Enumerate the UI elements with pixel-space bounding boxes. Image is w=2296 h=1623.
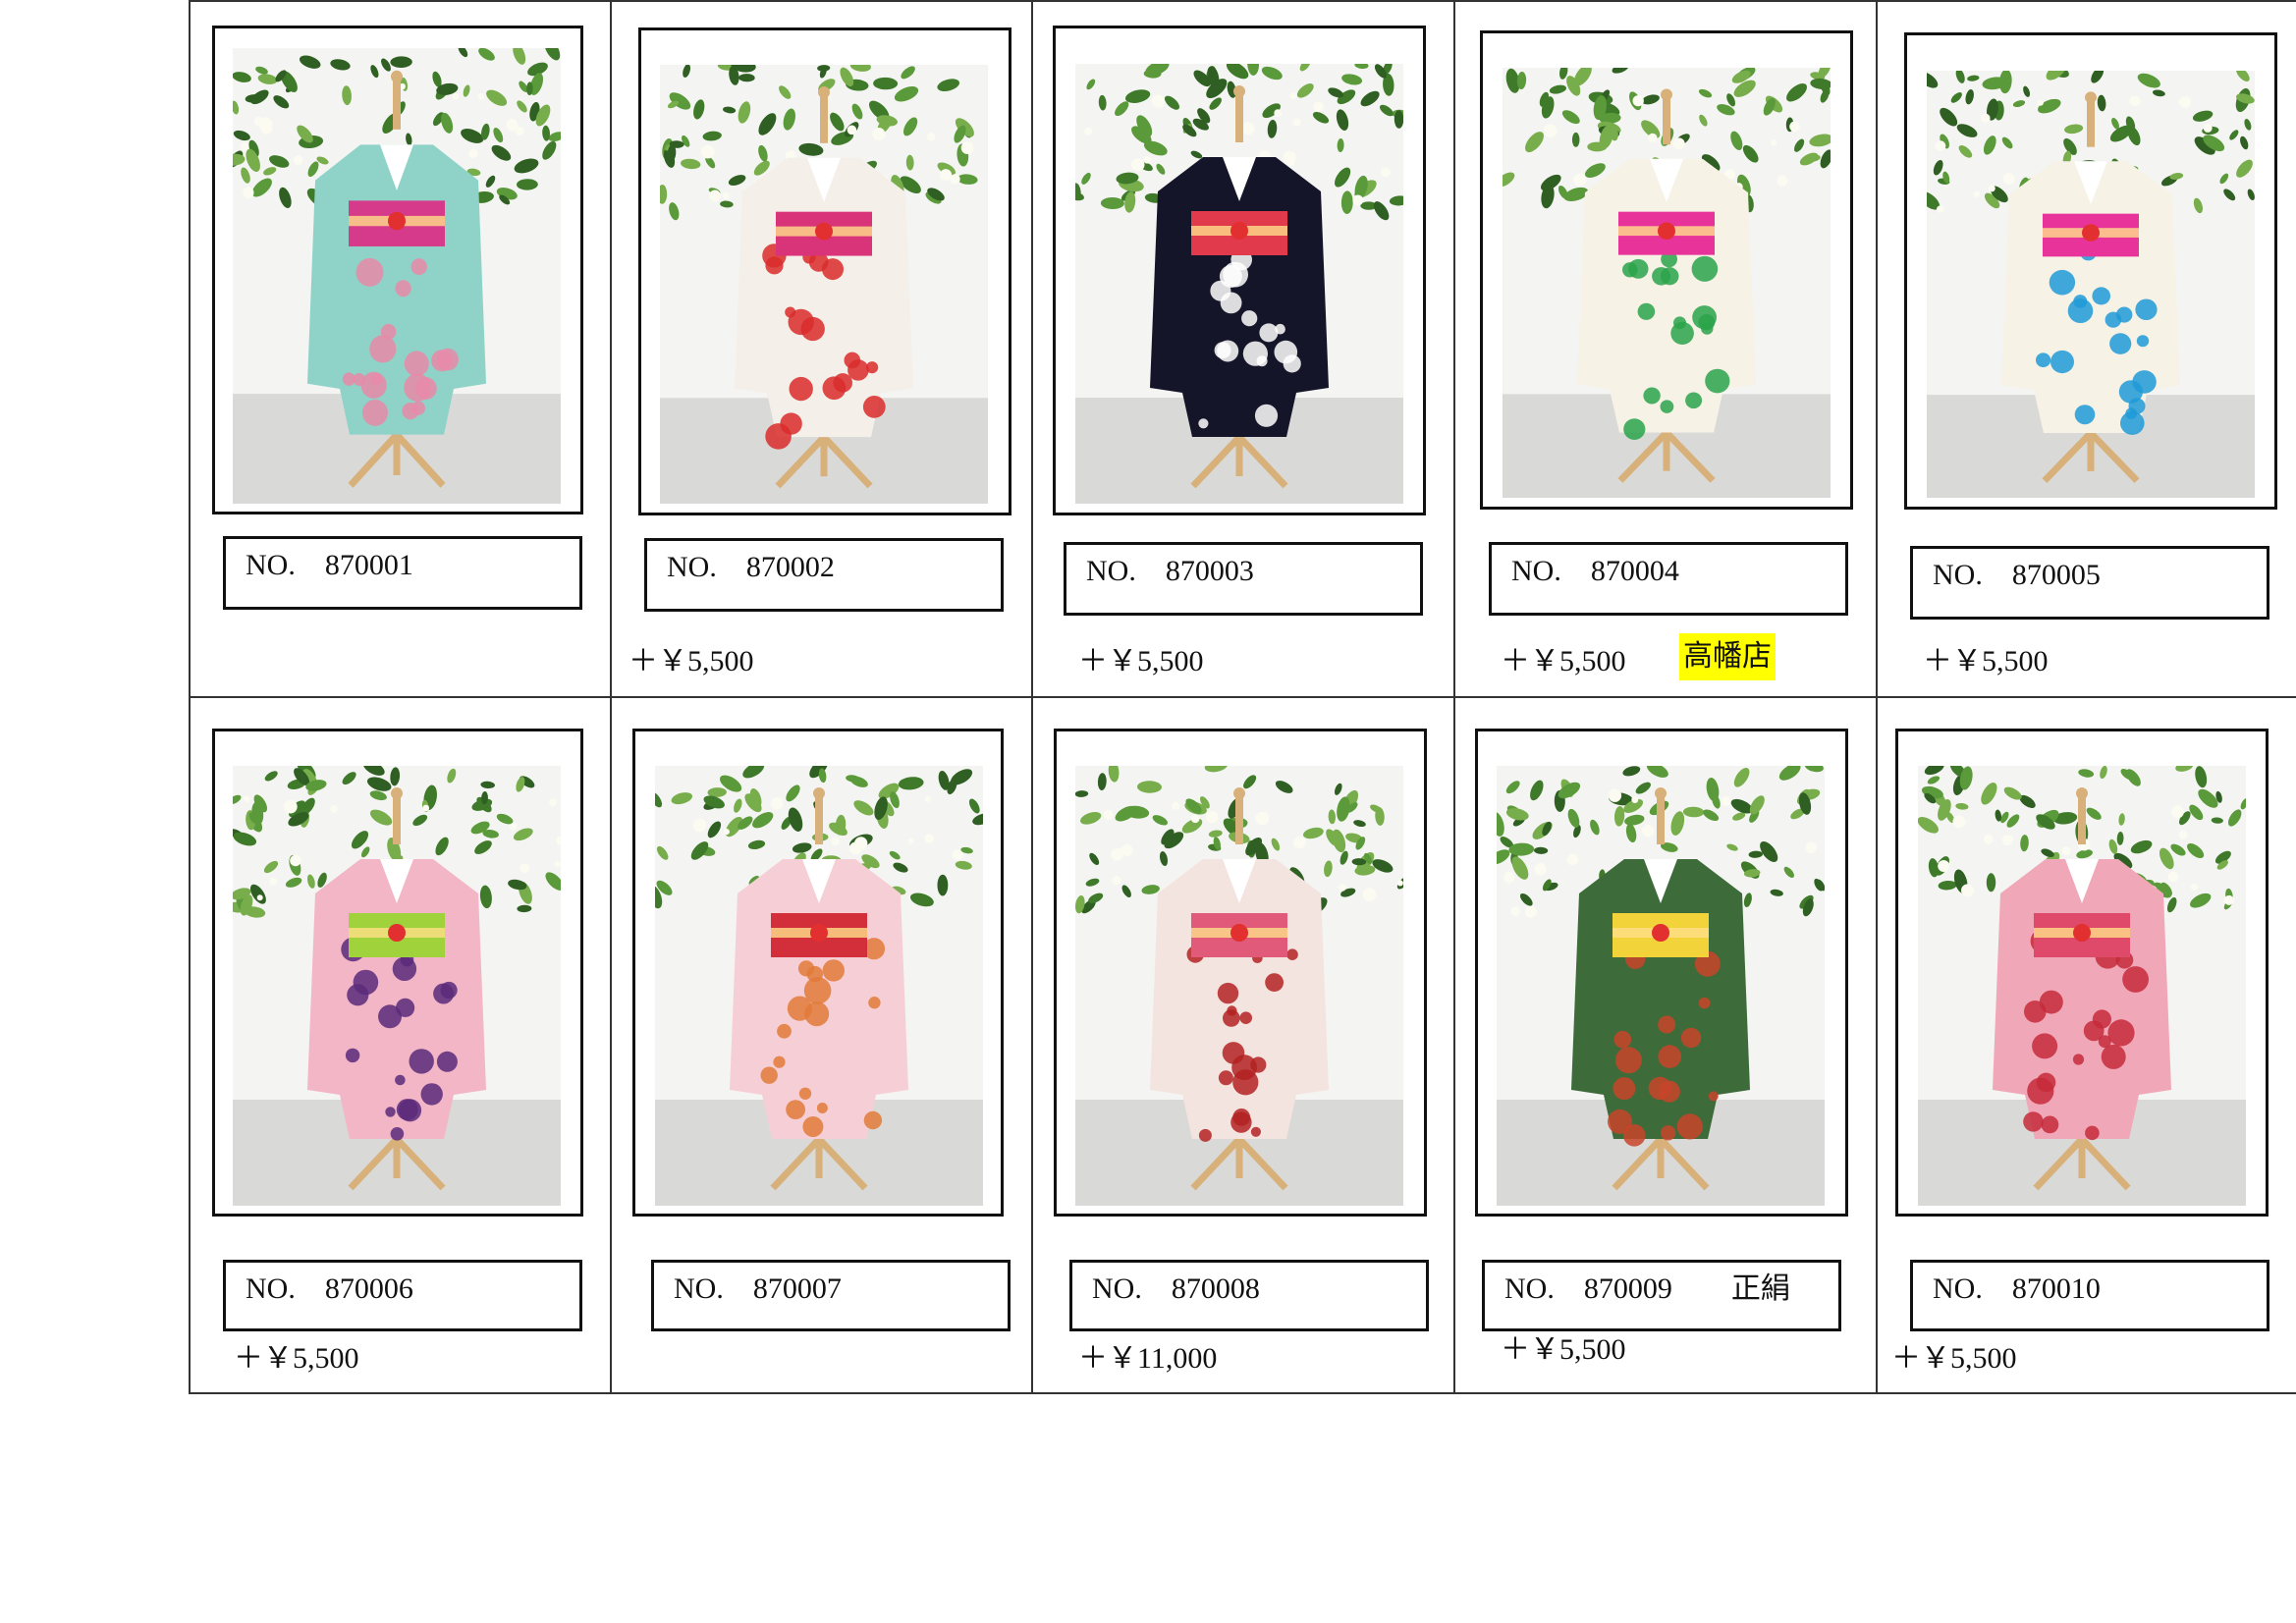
item-number-box: NO. 870007 (651, 1260, 1011, 1331)
material-note: 正絹 (1730, 1272, 1790, 1305)
item-price: ＋￥5,500 (629, 645, 754, 677)
item-number-box: NO. 870002 (644, 538, 1004, 612)
item-number-box: NO. 870010 (1910, 1260, 2269, 1331)
item-number-box: NO. 870008 (1069, 1260, 1429, 1331)
item-number-box: NO. 870001 (223, 536, 582, 610)
item-number: NO. 870003 (1086, 555, 1254, 587)
table-col-divider (1031, 0, 1033, 1394)
item-number: NO. 870002 (667, 551, 835, 583)
item-number: NO. 870004 (1511, 555, 1679, 587)
kimono-photo (1918, 766, 2246, 1206)
item-price: ＋￥5,500 (1501, 645, 1626, 677)
kimono-photo (1927, 71, 2255, 498)
kimono-photo (1503, 68, 1831, 498)
kimono-photo (233, 766, 561, 1206)
item-number: NO. 870008 (1092, 1272, 1260, 1305)
table-border-bottom (189, 1392, 2296, 1394)
item-number-box: NO. 870004 (1489, 542, 1848, 616)
item-number: NO. 870006 (246, 1272, 413, 1305)
table-border-top (189, 0, 2296, 2)
item-number: NO. 870009 (1504, 1272, 1672, 1305)
kimono-photo (655, 766, 983, 1206)
kimono-photo (1075, 64, 1403, 504)
table-col-divider (1876, 0, 1878, 1394)
item-number-box: NO. 870003 (1064, 542, 1423, 616)
kimono-photo (1075, 766, 1403, 1206)
item-price: ＋￥5,500 (1078, 645, 1204, 677)
item-number: NO. 870007 (674, 1272, 842, 1305)
kimono-photo (1497, 766, 1825, 1206)
table-border-left (189, 0, 191, 1394)
item-price: ＋￥5,500 (1923, 645, 2049, 677)
item-number-box: NO. 870009 正絹 (1482, 1260, 1841, 1331)
item-number: NO. 870005 (1933, 559, 2101, 591)
store-badge: 高幡店 (1679, 633, 1776, 680)
item-price: ＋￥11,000 (1078, 1342, 1218, 1375)
item-number: NO. 870001 (246, 549, 413, 581)
item-price: ＋￥5,500 (1891, 1342, 2017, 1375)
item-number-box: NO. 870005 (1910, 546, 2269, 620)
table-row-divider (189, 696, 2296, 698)
table-col-divider (610, 0, 612, 1394)
item-price: ＋￥5,500 (1501, 1333, 1626, 1366)
item-price: ＋￥5,500 (234, 1342, 359, 1375)
table-col-divider (1453, 0, 1455, 1394)
item-number: NO. 870010 (1933, 1272, 2101, 1305)
kimono-photo (660, 65, 988, 504)
kimono-photo (233, 48, 561, 504)
item-number-box: NO. 870006 (223, 1260, 582, 1331)
